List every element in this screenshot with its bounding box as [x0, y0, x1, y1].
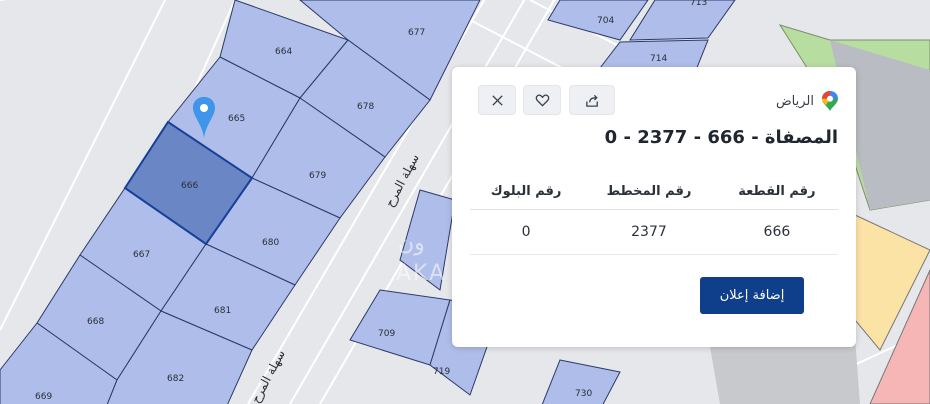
plot-number-value: 666	[715, 209, 838, 255]
lot-label-678: 678	[357, 102, 374, 112]
table-row: 666 2377 0	[470, 209, 838, 255]
plot-number-header: رقم القطعة	[715, 173, 838, 210]
watermark-arabic: ون	[398, 231, 425, 256]
lot-label-665: 665	[228, 114, 245, 124]
close-icon	[491, 94, 503, 106]
block-number-header: رقم البلوك	[470, 173, 583, 210]
plan-number-value: 2377	[582, 209, 716, 255]
lot-label-679: 679	[309, 171, 326, 181]
plan-number-header: رقم المخطط	[582, 173, 716, 210]
add-listing-button[interactable]: إضافة إعلان	[700, 277, 804, 314]
share-button[interactable]	[569, 85, 615, 115]
lot-label-680: 680	[262, 238, 279, 248]
popup-header: الرياض	[478, 85, 842, 117]
lot-label-713: 713	[690, 0, 707, 8]
lot-label-681: 681	[214, 306, 231, 316]
heart-icon	[535, 94, 549, 107]
lot-label-682: 682	[167, 374, 184, 384]
lot-label-714: 714	[650, 54, 667, 64]
parcel-popup: الرياض المصفاة - 666 - 2377 - 0 رقم القط…	[452, 67, 856, 347]
lot-label-668: 668	[87, 317, 104, 327]
share-icon	[585, 94, 598, 107]
parcel-title: المصفاة - 666 - 2377 - 0	[604, 127, 838, 148]
lot-label-664: 664	[275, 47, 292, 57]
block-number-value: 0	[470, 209, 583, 255]
city-name: الرياض	[775, 93, 814, 109]
lot-label-704: 704	[597, 16, 614, 26]
lot-label-719: 719	[433, 367, 450, 377]
lot-label-677: 677	[408, 28, 425, 38]
city-location[interactable]: الرياض	[776, 91, 838, 111]
watermark: AKA	[396, 261, 446, 286]
parcel-info-table: رقم القطعة رقم المخطط رقم البلوك 666 237…	[470, 173, 838, 255]
close-button[interactable]	[478, 85, 516, 115]
lot-label-709: 709	[378, 329, 395, 339]
table-header-row: رقم القطعة رقم المخطط رقم البلوك	[470, 173, 838, 210]
favorite-button[interactable]	[523, 85, 561, 115]
lot-label-669: 669	[35, 392, 52, 402]
lot-label-667: 667	[133, 250, 150, 260]
lot-label-730: 730	[575, 389, 592, 399]
lot-label-666: 666	[181, 181, 198, 191]
google-maps-icon[interactable]	[822, 91, 838, 111]
